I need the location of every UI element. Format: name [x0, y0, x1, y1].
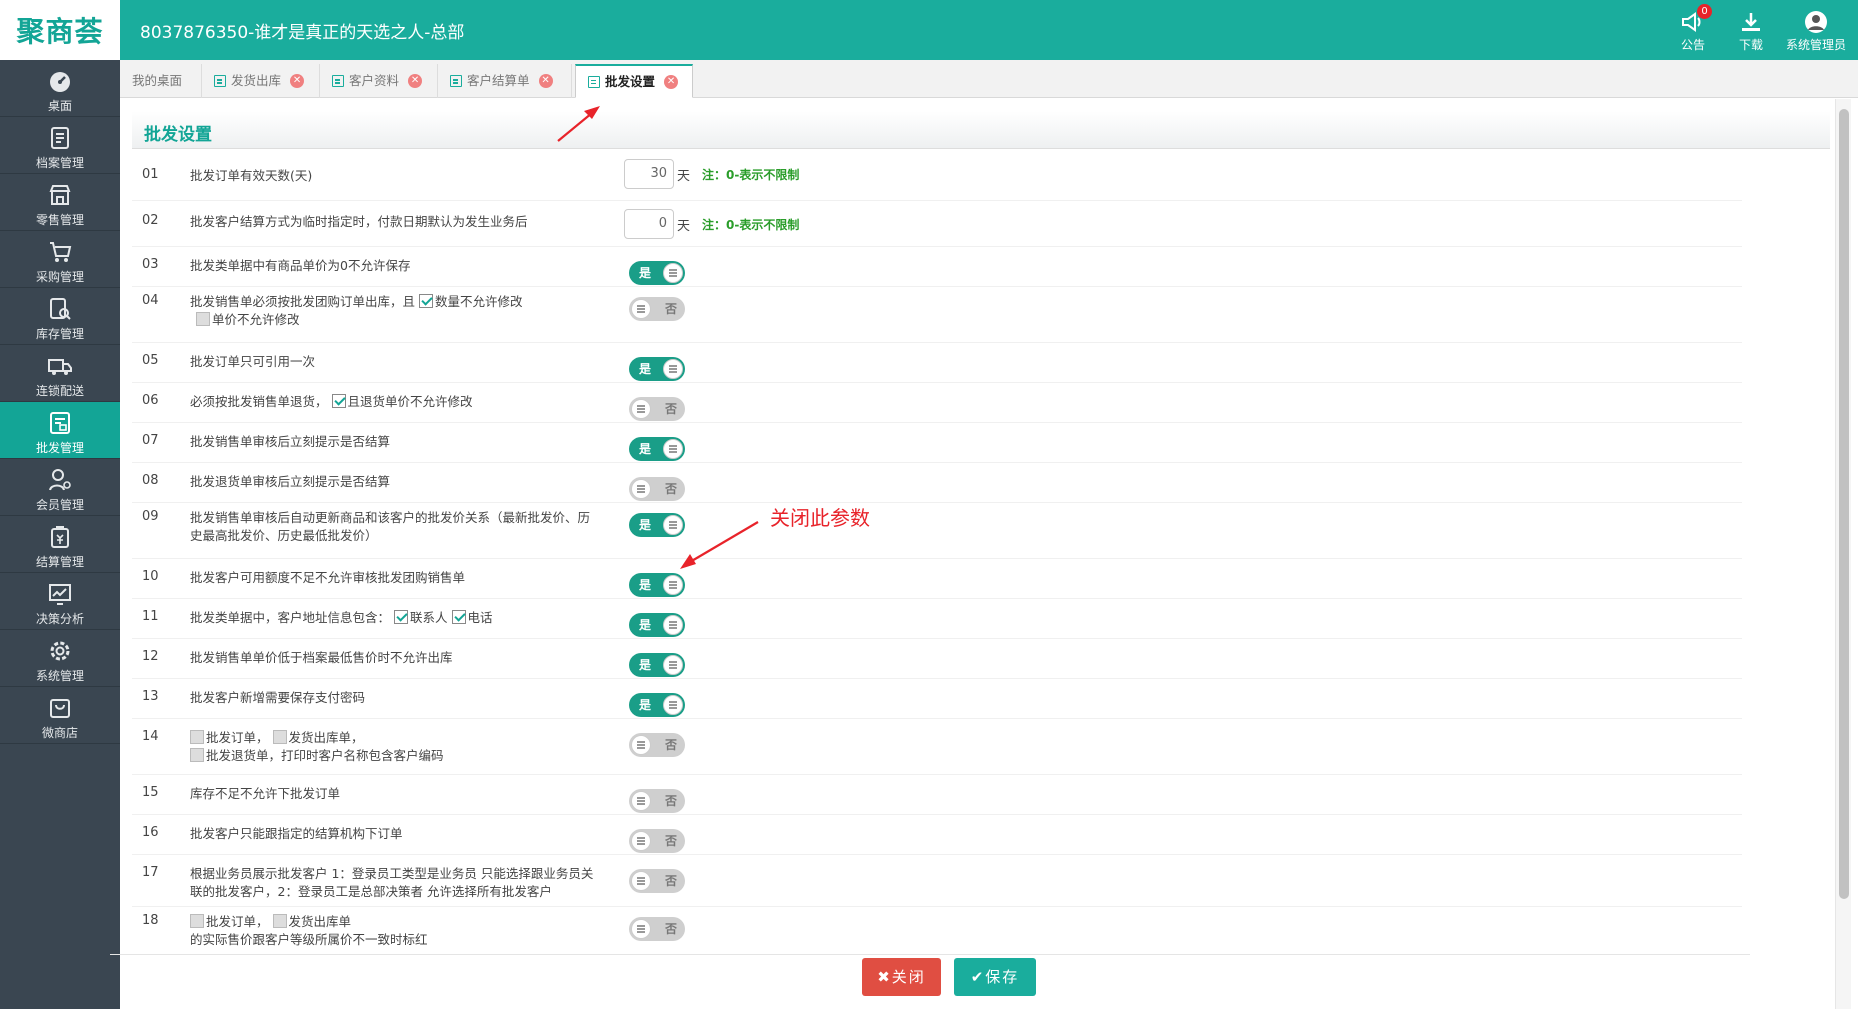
footer-divider — [110, 954, 1750, 955]
close-button[interactable]: ✖关闭 — [862, 958, 941, 996]
arrow-to-toggle — [680, 521, 759, 569]
save-button[interactable]: ✔保存 — [954, 958, 1036, 996]
arrow-to-tab — [557, 106, 600, 142]
annotation-arrows — [557, 106, 759, 569]
scrollbar-thumb[interactable] — [1839, 109, 1849, 899]
annotation-text: 关闭此参数 — [770, 506, 870, 530]
vertical-scrollbar[interactable] — [1835, 99, 1851, 1009]
